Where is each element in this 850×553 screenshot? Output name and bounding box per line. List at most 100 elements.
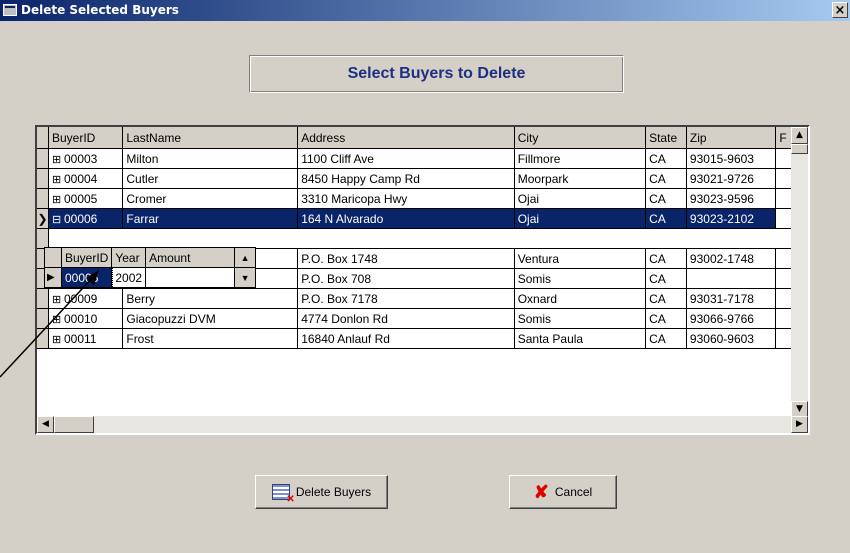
cell-city[interactable]: Fillmore xyxy=(514,148,647,169)
table-row[interactable]: ⊞ 00005 Cromer 3310 Maricopa Hwy Ojai CA 93023… xyxy=(37,188,808,209)
cell-lastname[interactable]: Giacopuzzi DVM xyxy=(122,308,299,329)
subgrid-row[interactable]: ▶ 00006 2002 ▼ xyxy=(44,266,257,289)
subgrid-header-buyerid[interactable]: BuyerID xyxy=(60,247,113,268)
cell-state[interactable]: CA xyxy=(645,328,687,349)
subgrid-cell-year[interactable]: 2002 xyxy=(111,267,147,288)
column-header-address[interactable]: Address xyxy=(297,127,515,149)
scroll-up-button[interactable]: ▲ xyxy=(791,127,808,144)
expand-icon[interactable]: ⊞ xyxy=(52,173,62,186)
column-header-lastname[interactable]: LastName xyxy=(122,127,299,149)
delete-buyers-button[interactable]: Delete Buyers xyxy=(255,475,388,509)
cell-zip[interactable]: 93023-9596 xyxy=(686,188,777,209)
subgrid-cell-amount[interactable] xyxy=(145,267,236,288)
expand-icon[interactable]: ⊞ xyxy=(52,153,62,166)
cell-address[interactable]: P.O. Box 708 xyxy=(297,268,515,289)
cell-state[interactable]: CA xyxy=(645,168,687,189)
cell-zip[interactable] xyxy=(686,268,777,289)
cell-city[interactable]: Santa Paula xyxy=(514,328,647,349)
expand-icon[interactable]: ⊞ xyxy=(52,313,62,326)
cell-address[interactable]: 1100 Cliff Ave xyxy=(297,148,515,169)
cell-city[interactable]: Ojai xyxy=(514,188,647,209)
cell-buyerid[interactable]: ⊞ 00010 xyxy=(48,308,124,329)
collapse-icon[interactable]: ⊟ xyxy=(52,213,62,226)
cell-buyerid[interactable]: ⊞ 00011 xyxy=(48,328,124,349)
subgrid-row-pointer-icon: ▶ xyxy=(44,267,62,288)
cell-zip[interactable]: 93031-7178 xyxy=(686,288,777,309)
table-row[interactable]: ❯ ⊟ 00006 Farrar 164 N Alvarado Ojai CA 93023-2… xyxy=(37,208,808,229)
row-selector[interactable] xyxy=(37,148,49,169)
table-row[interactable]: ⊞ 00003 Milton 1100 Cliff Ave Fillmore CA 9301… xyxy=(37,148,808,169)
cell-address[interactable]: 8450 Happy Camp Rd xyxy=(297,168,515,189)
cell-state[interactable]: CA xyxy=(645,188,687,209)
expand-icon[interactable]: ⊞ xyxy=(52,193,62,206)
cell-address[interactable]: 164 N Alvarado xyxy=(297,208,515,229)
column-header-buyerid[interactable]: BuyerID xyxy=(48,127,124,149)
vertical-scrollbar[interactable]: ▲ ▼ xyxy=(791,127,808,418)
detail-subgrid[interactable]: BuyerID Year Amount ▲ ▶ 00006 2002 ▼ xyxy=(44,247,314,293)
cell-address[interactable]: 4774 Donlon Rd xyxy=(297,308,515,329)
table-row[interactable]: ⊞ 00004 Cutler 8450 Happy Camp Rd Moorpark CA… xyxy=(37,168,808,189)
cell-zip[interactable]: 93066-9766 xyxy=(686,308,777,329)
table-row[interactable]: ⊞ 00011 Frost 16840 Anlauf Rd Santa Paula CA 9… xyxy=(37,328,808,349)
title-bar: Delete Selected Buyers × xyxy=(0,0,850,21)
cell-address[interactable]: 16840 Anlauf Rd xyxy=(297,328,515,349)
cell-lastname[interactable]: Frost xyxy=(122,328,299,349)
buyerid-text: 00004 xyxy=(63,171,98,186)
column-header-state[interactable]: State xyxy=(645,127,687,149)
cell-state[interactable]: CA xyxy=(645,248,687,269)
vertical-scroll-thumb[interactable] xyxy=(791,144,808,154)
subgrid-header-year[interactable]: Year xyxy=(111,247,147,268)
column-header-zip[interactable]: Zip xyxy=(686,127,777,149)
expand-icon[interactable]: ⊞ xyxy=(52,293,62,306)
cell-state[interactable]: CA xyxy=(645,148,687,169)
cell-zip[interactable]: 93021-9726 xyxy=(686,168,777,189)
row-selector[interactable] xyxy=(37,308,49,329)
cell-state[interactable]: CA xyxy=(645,268,687,289)
cell-city[interactable]: Oxnard xyxy=(514,288,647,309)
column-header-city[interactable]: City xyxy=(514,127,647,149)
cell-zip[interactable]: 93015-9603 xyxy=(686,148,777,169)
cell-zip[interactable]: 93023-2102 xyxy=(686,208,777,229)
cell-buyerid[interactable]: ⊟ 00006 xyxy=(48,208,124,229)
scroll-left-button[interactable]: ◀ xyxy=(37,416,54,433)
subgrid-scroll-up[interactable]: ▲ xyxy=(234,247,257,268)
cell-buyerid[interactable]: ⊞ 00005 xyxy=(48,188,124,209)
cell-city[interactable]: Ventura xyxy=(514,248,647,269)
cell-state[interactable]: CA xyxy=(645,208,687,229)
cancel-label: Cancel xyxy=(554,485,593,499)
buyerid-text: 00010 xyxy=(63,311,98,326)
subgrid-scroll-down[interactable]: ▼ xyxy=(234,267,257,288)
row-selector[interactable] xyxy=(37,328,49,349)
row-selector[interactable]: ❯ xyxy=(37,208,49,229)
cell-lastname[interactable]: Farrar xyxy=(122,208,299,229)
subgrid-cell-buyerid[interactable]: 00006 xyxy=(60,266,113,289)
scroll-right-button[interactable]: ▶ xyxy=(791,416,808,433)
cell-buyerid[interactable]: ⊞ 00003 xyxy=(48,148,124,169)
cell-city[interactable]: Ojai xyxy=(514,208,647,229)
cell-lastname[interactable]: Cutler xyxy=(122,168,299,189)
expand-icon[interactable]: ⊞ xyxy=(52,333,62,346)
table-row[interactable]: ⊞ 00010 Giacopuzzi DVM 4774 Donlon Rd Somis C… xyxy=(37,308,808,329)
cell-city[interactable]: Somis xyxy=(514,268,647,289)
cell-zip[interactable]: 93060-9603 xyxy=(686,328,777,349)
buyerid-text: 00011 xyxy=(63,331,97,346)
cell-zip[interactable]: 93002-1748 xyxy=(686,248,777,269)
cell-lastname[interactable]: Cromer xyxy=(122,188,299,209)
subgrid-header-amount[interactable]: Amount xyxy=(145,247,236,268)
cell-lastname[interactable]: Milton xyxy=(122,148,299,169)
cell-city[interactable]: Somis xyxy=(514,308,647,329)
row-selector[interactable] xyxy=(37,188,49,209)
close-button[interactable]: × xyxy=(832,2,848,18)
cell-address[interactable]: P.O. Box 1748 xyxy=(297,248,515,269)
cell-state[interactable]: CA xyxy=(645,288,687,309)
cell-buyerid[interactable]: ⊞ 00004 xyxy=(48,168,124,189)
buyerid-text: 00005 xyxy=(63,191,98,206)
cell-state[interactable]: CA xyxy=(645,308,687,329)
row-selector[interactable] xyxy=(37,168,49,189)
cell-city[interactable]: Moorpark xyxy=(514,168,647,189)
cancel-button[interactable]: ✘ Cancel xyxy=(509,475,617,509)
cell-address[interactable]: 3310 Maricopa Hwy xyxy=(297,188,515,209)
horizontal-scroll-thumb[interactable] xyxy=(54,416,94,433)
cell-address[interactable]: P.O. Box 7178 xyxy=(297,288,515,309)
horizontal-scrollbar[interactable]: ◀ ▶ xyxy=(37,416,808,433)
